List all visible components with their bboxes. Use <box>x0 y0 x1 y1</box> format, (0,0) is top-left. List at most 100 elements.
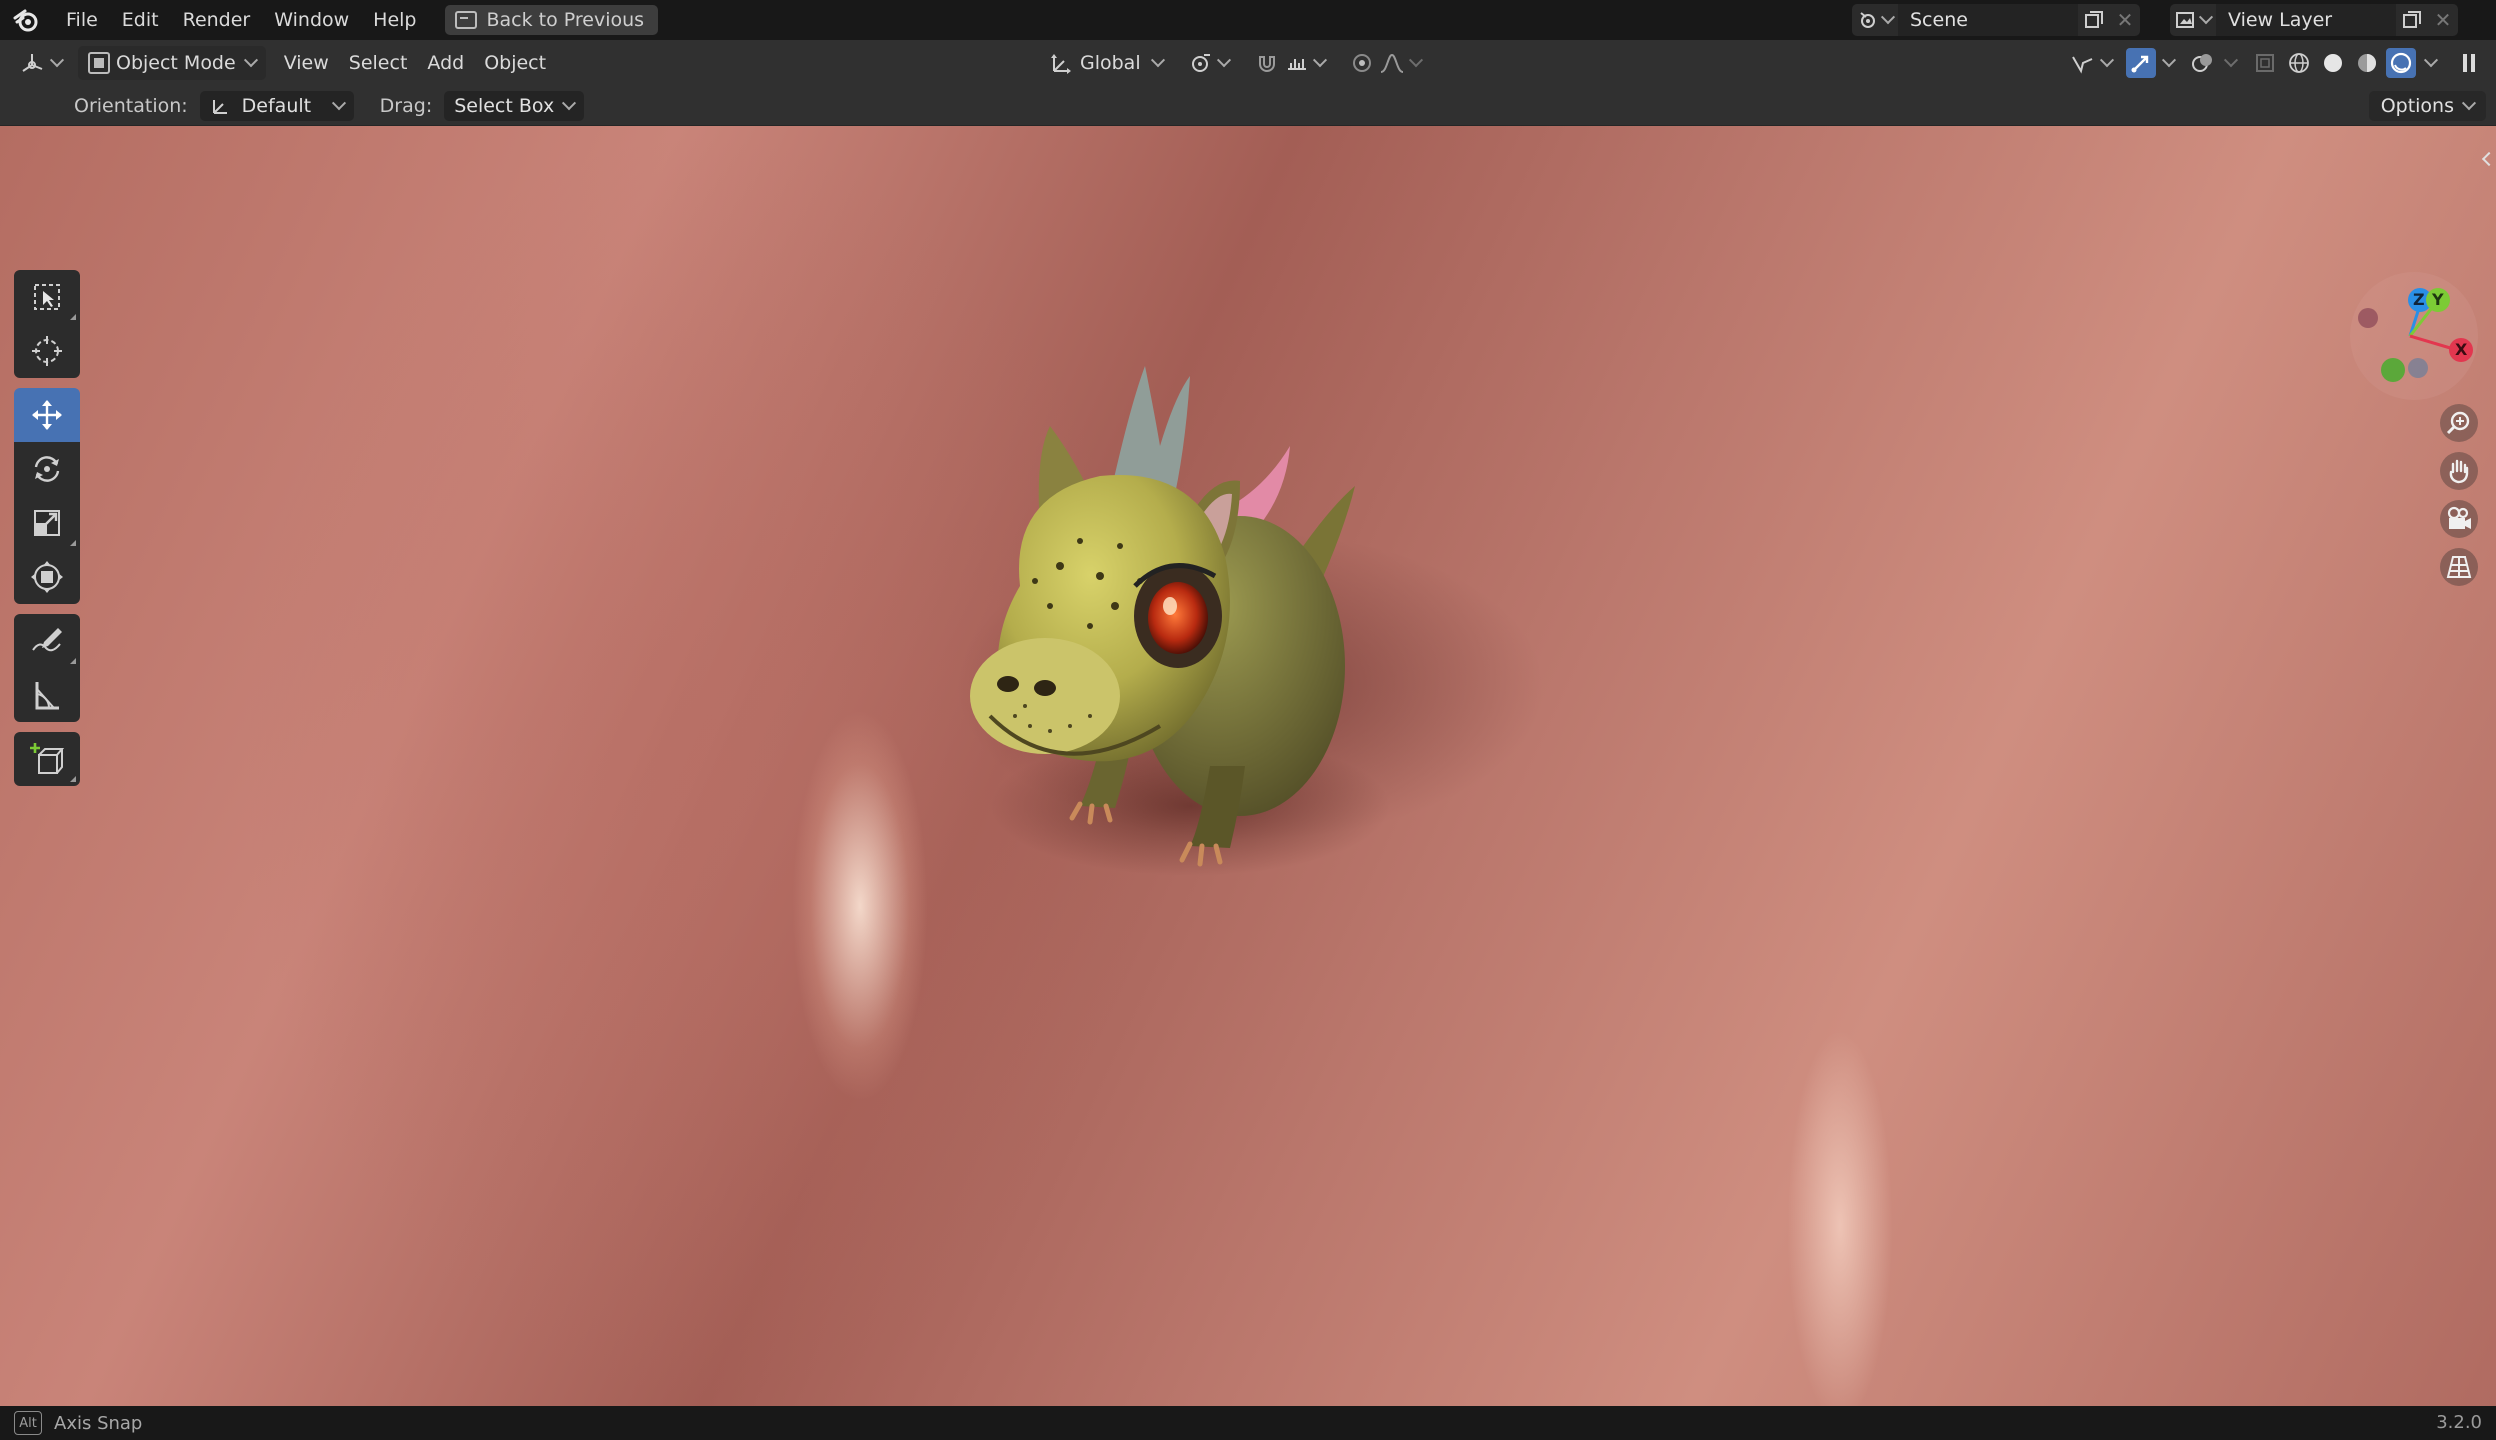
toggle-sidebar-button[interactable] <box>2454 48 2484 78</box>
shading-options-chevron-icon[interactable] <box>2423 53 2439 68</box>
pivot-point-dropdown[interactable] <box>1179 46 1239 80</box>
transform-tool[interactable] <box>14 550 80 604</box>
new-scene-button[interactable] <box>2078 4 2110 36</box>
snap-toggle[interactable] <box>1245 46 1335 80</box>
drag-label: Drag: <box>379 94 433 117</box>
chevron-down-icon <box>1880 10 1896 25</box>
snap-increment-icon <box>1287 59 1306 70</box>
tool-options-corner-icon <box>70 658 76 664</box>
scale-tool[interactable] <box>14 496 80 550</box>
chevron-down-icon <box>243 53 258 68</box>
scene-name-field[interactable]: Scene <box>1898 4 2078 36</box>
navigation-gizmo[interactable]: Z Y X <box>2350 272 2478 400</box>
orientation-icon <box>1051 54 1071 74</box>
wireframe-sphere-icon <box>2289 53 2309 73</box>
transform-icon <box>31 561 63 593</box>
solid-shading-button[interactable] <box>2318 48 2348 78</box>
pivot-icon <box>1191 54 1210 72</box>
scale-icon <box>34 510 60 536</box>
xray-icon <box>2256 54 2274 72</box>
orientation-dropdown[interactable]: Default <box>199 90 354 121</box>
menu-object[interactable]: Object <box>474 46 556 80</box>
drag-dropdown[interactable]: Select Box <box>444 90 585 121</box>
hand-icon <box>2449 459 2469 484</box>
rendered-shading-button[interactable] <box>2386 48 2416 78</box>
tool-options-corner-icon <box>70 314 76 320</box>
perspective-toggle-button[interactable] <box>2440 548 2478 586</box>
proportional-editing-icon <box>1352 54 1371 72</box>
measure-ruler-icon <box>35 682 59 710</box>
menu-select[interactable]: Select <box>339 46 418 80</box>
tool-options-corner-icon <box>70 540 76 546</box>
selectability-icon <box>2072 56 2093 74</box>
creature-3d-model[interactable] <box>940 366 1420 886</box>
select-box-tool[interactable] <box>14 270 80 324</box>
pan-button[interactable] <box>2440 452 2478 490</box>
menu-edit[interactable]: Edit <box>110 0 171 40</box>
chevron-down-icon <box>562 95 577 110</box>
remove-scene-button[interactable]: ✕ <box>2110 4 2140 36</box>
tool-options-corner-icon <box>70 776 76 782</box>
status-hint-text: Axis Snap <box>54 1412 143 1434</box>
zoom-magnifier-icon <box>2446 411 2470 435</box>
chevron-down-icon <box>1216 53 1231 68</box>
falloff-curve-icon <box>1380 53 1403 73</box>
top-menu-bar: File Edit Render Window Help Back to Pre… <box>0 0 2496 40</box>
orientation-icon <box>212 99 227 114</box>
cursor-tool[interactable] <box>14 324 80 378</box>
view-layer-icon <box>2176 12 2194 28</box>
view-layer-name-field[interactable]: View Layer <box>2216 4 2396 36</box>
menu-file[interactable]: File <box>54 0 110 40</box>
menu-view[interactable]: View <box>274 46 339 80</box>
blender-logo-icon[interactable] <box>12 6 40 34</box>
orientation-label: Orientation: <box>74 94 188 117</box>
back-to-previous-button[interactable]: Back to Previous <box>444 5 659 35</box>
rotate-tool[interactable] <box>14 442 80 496</box>
3d-viewport[interactable]: Z Y X <box>0 126 2496 1406</box>
chevron-down-icon <box>49 53 65 68</box>
overlays-icon <box>2192 54 2212 72</box>
object-visibility-dropdown[interactable] <box>2060 46 2122 80</box>
editor-type-button[interactable] <box>10 46 72 80</box>
move-arrows-icon <box>32 400 62 430</box>
zoom-button[interactable] <box>2440 404 2478 442</box>
annotate-pencil-icon <box>32 628 62 652</box>
menu-window[interactable]: Window <box>262 0 361 40</box>
menu-render[interactable]: Render <box>171 0 263 40</box>
view-layer-selector: View Layer ✕ <box>2170 4 2458 36</box>
sidebar-toggle-chevron-icon[interactable] <box>2481 151 2496 167</box>
back-to-previous-label: Back to Previous <box>486 9 645 31</box>
options-label: Options <box>2380 95 2454 117</box>
xray-toggle[interactable] <box>2250 48 2280 78</box>
options-dropdown[interactable]: Options <box>2368 91 2486 121</box>
scene-browse-button[interactable] <box>1852 4 1898 36</box>
gizmo-x-label: X <box>2455 340 2468 359</box>
new-view-layer-button[interactable] <box>2396 4 2428 36</box>
drag-value: Select Box <box>454 94 555 117</box>
show-overlays-toggle[interactable] <box>2188 48 2218 78</box>
menu-add[interactable]: Add <box>417 46 474 80</box>
proportional-editing-toggle[interactable] <box>1341 46 1431 80</box>
menu-help[interactable]: Help <box>361 0 428 40</box>
measure-tool[interactable] <box>14 668 80 722</box>
alt-key-hint: Alt <box>14 1411 42 1435</box>
wireframe-shading-button[interactable] <box>2284 48 2314 78</box>
grid-perspective-icon <box>2446 556 2472 578</box>
show-gizmo-toggle[interactable] <box>2126 48 2156 78</box>
view-layer-browse-button[interactable] <box>2170 4 2216 36</box>
remove-view-layer-button[interactable]: ✕ <box>2428 4 2458 36</box>
move-tool[interactable] <box>14 388 80 442</box>
mode-dropdown[interactable]: Object Mode <box>78 46 266 80</box>
camera-view-button[interactable] <box>2440 500 2478 538</box>
scene-selector: Scene ✕ <box>1852 4 2140 36</box>
orientation-value: Default <box>241 94 312 117</box>
overlays-options-chevron-icon[interactable] <box>2223 53 2239 68</box>
viewport-header: Object Mode View Select Add Object Globa… <box>0 40 2496 86</box>
gizmo-options-chevron-icon[interactable] <box>2161 53 2177 68</box>
chevron-down-icon <box>331 95 346 110</box>
transform-orientation-label: Global <box>1080 52 1141 74</box>
annotate-tool[interactable] <box>14 614 80 668</box>
material-preview-shading-button[interactable] <box>2352 48 2382 78</box>
add-cube-tool[interactable] <box>14 732 80 786</box>
transform-orientation-dropdown[interactable]: Global <box>1040 46 1173 80</box>
